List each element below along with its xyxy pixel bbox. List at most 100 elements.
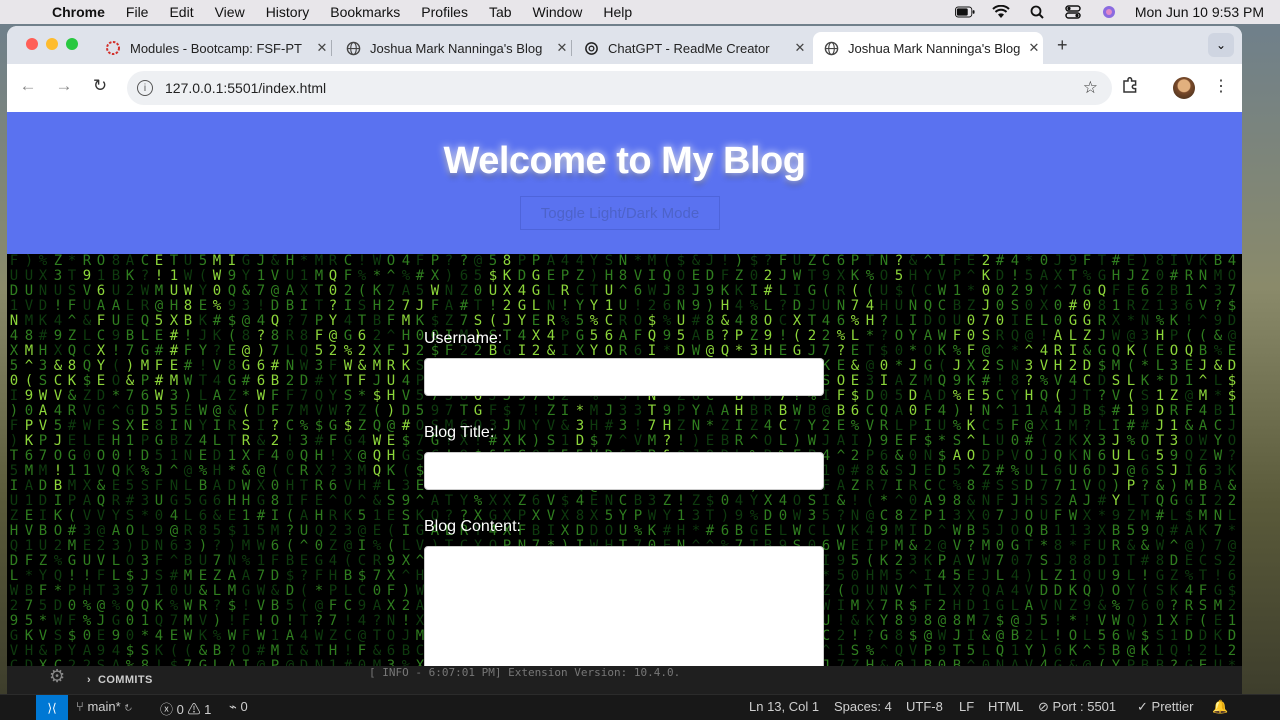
tab-blog-1[interactable]: Joshua Mark Nanninga's Blog ✕ xyxy=(335,32,572,64)
matrix-rain-background: F U D 1 N 4 X 5 0 I ) F ) T 5 I U Z H Q … xyxy=(7,254,1242,666)
wifi-icon[interactable] xyxy=(991,5,1011,19)
matrix-column: ^ Y C Q D A O G M A F I $ N E C A P D 2 … xyxy=(923,254,933,666)
minimize-window-button[interactable] xyxy=(46,38,58,50)
menu-bookmarks[interactable]: Bookmarks xyxy=(330,4,400,20)
menu-view[interactable]: View xyxy=(215,4,245,20)
battery-icon[interactable] xyxy=(954,5,975,19)
branch-status[interactable]: ⑂ main* ↻ xyxy=(76,699,132,714)
commits-section-header[interactable]: › COMMITS xyxy=(87,674,153,686)
matrix-column: C ? W R Q L G M P 6 D E P D % S 3 * L D … xyxy=(140,254,150,666)
theme-toggle-button[interactable]: Toggle Light/Dark Mode xyxy=(520,196,720,230)
encoding-status[interactable]: UTF-8 xyxy=(906,699,943,714)
menu-help[interactable]: Help xyxy=(603,4,632,20)
tab-chatgpt[interactable]: ChatGPT - ReadMe Creator ✕ xyxy=(573,32,809,64)
close-tab-icon[interactable]: ✕ xyxy=(313,40,331,56)
branch-name: main* xyxy=(87,699,121,714)
site-info-icon[interactable]: i xyxy=(137,80,153,96)
warning-count: 1 xyxy=(204,702,212,717)
chatgpt-favicon-icon xyxy=(583,40,599,56)
search-icon[interactable] xyxy=(1027,5,1047,19)
address-bar[interactable]: i 127.0.0.1:5501/index.html ☆ xyxy=(127,71,1112,105)
commits-label: COMMITS xyxy=(98,674,153,686)
new-tab-icon[interactable]: + xyxy=(1057,35,1068,56)
matrix-column: F U D 1 N 4 X 5 0 I ) F ) T 5 I U Z H Q … xyxy=(9,254,19,666)
matrix-column: Z 3 U ! 4 9 X & C V 4 5 J O ! B I K O 2 … xyxy=(53,254,63,666)
url-text[interactable]: 127.0.0.1:5501/index.html xyxy=(165,80,326,96)
menubar-clock[interactable]: Mon Jun 10 9:53 PM xyxy=(1135,4,1264,20)
matrix-column: F % G 0 G Z & D C T B ? X N 6 V J X 3 F … xyxy=(1082,254,1092,666)
menu-window[interactable]: Window xyxy=(533,4,583,20)
menu-profiles[interactable]: Profiles xyxy=(421,4,468,20)
matrix-column: J 1 7 ! 4 ? ) 6 6 W D I & F @ X G # 5 W … xyxy=(256,254,266,666)
tab-blog-active[interactable]: Joshua Mark Nanninga's Blog ✕ xyxy=(813,32,1043,64)
matrix-column: O ^ 7 2 F ^ F R U H ) @ E H K L S E ( ( … xyxy=(386,254,396,666)
gear-icon[interactable]: ⚙ xyxy=(49,666,65,687)
zoom-window-button[interactable] xyxy=(66,38,78,50)
tab-separator xyxy=(571,40,572,56)
matrix-column: N O U H ? ? $ 0 I 0 Q R 9 6 & 7 * C 9 P … xyxy=(879,254,889,666)
matrix-column: 8 0 2 1 % H E L * 1 D J T 5 S & Q # Q W … xyxy=(1155,254,1165,666)
live-server-port: Port : 5501 xyxy=(1052,699,1117,714)
matrix-column: G Y & 3 @ 8 @ G # * ( S R X & W H 1 1 M … xyxy=(241,254,251,666)
page-title: Welcome to My Blog xyxy=(443,140,806,182)
vscode-status-bar: ⟩⟨ ⑂ main* ↻ ⓧ 0 ⚠ 1 ⌁ 0 Ln 13, Col 1 Sp… xyxy=(0,694,1280,720)
tab-title: ChatGPT - ReadMe Creator xyxy=(608,40,770,56)
siri-icon[interactable] xyxy=(1099,5,1119,19)
prettier-status[interactable]: ✓ Prettier xyxy=(1137,699,1193,715)
chrome-window: Modules - Bootcamp: FSF-PT ✕ Joshua Mark… xyxy=(7,26,1242,666)
matrix-column: W * K H B 2 X M J $ ( Q W Q Q # & 1 E % … xyxy=(372,254,382,666)
menu-edit[interactable]: Edit xyxy=(169,4,193,20)
back-arrow-icon[interactable]: ← xyxy=(16,76,40,96)
language-mode[interactable]: HTML xyxy=(988,699,1023,714)
menu-tab[interactable]: Tab xyxy=(489,4,512,20)
matrix-column: 4 % A 7 M H J K 4 V D # $ G ( 3 9 S I L … xyxy=(401,254,411,666)
tab-search-chevron-icon[interactable]: ⌄ xyxy=(1208,33,1234,57)
cursor-position[interactable]: Ln 13, Col 1 xyxy=(749,699,819,714)
matrix-column: C F 2 I 4 G % W T S ? $ G X 3 V O K 3 @ … xyxy=(343,254,353,666)
matrix-column: T 1 U H X # # E M 3 5 I B 1 ^ N G 4 @ 6 … xyxy=(169,254,179,666)
menu-history[interactable]: History xyxy=(266,4,310,20)
browser-toolbar: ← → ↻ i 127.0.0.1:5501/index.html ☆ ⋮ xyxy=(7,64,1242,112)
close-tab-icon[interactable]: ✕ xyxy=(791,40,809,56)
matrix-column: R 9 V U & L C Q $ Z V W L 0 1 X A V 3 E … xyxy=(82,254,92,666)
check-double-icon: ✓ xyxy=(1137,699,1148,714)
close-tab-icon[interactable]: ✕ xyxy=(1025,40,1043,56)
matrix-column: ) U U V M 8 M ^ ( 9 0 P K 6 M A 1 E V 1 … xyxy=(24,254,34,666)
tab-modules[interactable]: Modules - Bootcamp: FSF-PT ✕ xyxy=(95,32,332,64)
bookmark-star-icon[interactable]: ☆ xyxy=(1083,78,1098,98)
profile-avatar[interactable] xyxy=(1173,77,1195,99)
globe-icon xyxy=(823,40,839,56)
matrix-column: K N ^ V ^ ( B J ^ M 4 A W Z 6 B I M K ) … xyxy=(1198,254,1208,666)
warning-icon: ⚠ xyxy=(187,702,201,717)
username-input[interactable] xyxy=(424,358,824,396)
matrix-column: * 5 9 0 E @ ^ 3 ? H 1 @ # O U D H O Q T … xyxy=(1024,254,1034,666)
remote-indicator-icon[interactable]: ⟩⟨ xyxy=(36,695,68,720)
matrix-column: A K 2 L E B 7 ) & 7 G X 1 ! K 5 # S O ) … xyxy=(125,254,135,666)
notifications-bell-icon[interactable]: 🔔 xyxy=(1212,699,1228,715)
blog-content-textarea[interactable] xyxy=(424,546,824,666)
menu-file[interactable]: File xyxy=(126,4,149,20)
ports-status[interactable]: ⌁ 0 xyxy=(229,699,248,715)
control-center-icon[interactable] xyxy=(1063,5,1083,19)
matrix-column: J X ^ 0 0 A R H V ( 4 1 2 Q 6 7 2 F 1 8 … xyxy=(1053,254,1063,666)
forward-arrow-icon[interactable]: → xyxy=(52,76,76,96)
reload-icon[interactable]: ↻ xyxy=(88,76,112,96)
problems-status[interactable]: ⓧ 0 ⚠ 1 xyxy=(160,699,211,718)
canvas-favicon-icon xyxy=(105,40,121,56)
matrix-column: # H F 1 X W Q M S V # I J U J ) Y 9 B R … xyxy=(1111,254,1121,666)
tab-title: Joshua Mark Nanninga's Blog xyxy=(848,40,1021,56)
page-header: Welcome to My Blog Toggle Light/Dark Mod… xyxy=(7,112,1242,254)
live-server-status[interactable]: ⊘ Port : 5501 xyxy=(1038,699,1116,715)
matrix-column: 6 X R N 6 % ? E O F B E A ^ 0 A & ? V W … xyxy=(836,254,846,666)
extensions-puzzle-icon[interactable] xyxy=(1121,76,1139,99)
blog-title-input[interactable] xyxy=(424,452,824,490)
close-tab-icon[interactable]: ✕ xyxy=(553,40,571,56)
eol-status[interactable]: LF xyxy=(959,699,974,714)
tab-title: Joshua Mark Nanninga's Blog xyxy=(370,40,543,56)
close-window-button[interactable] xyxy=(26,38,38,50)
matrix-column: F P 1 B U F % J 9 % ) % S A 5 % 8 3 W V … xyxy=(952,254,962,666)
matrix-column: 2 K 0 J 7 S @ 2 # 5 N C L D Z # N 0 5 M … xyxy=(981,254,991,666)
indentation-status[interactable]: Spaces: 4 xyxy=(834,699,892,714)
menu-app-name[interactable]: Chrome xyxy=(52,4,105,20)
kebab-menu-icon[interactable]: ⋮ xyxy=(1213,76,1229,96)
